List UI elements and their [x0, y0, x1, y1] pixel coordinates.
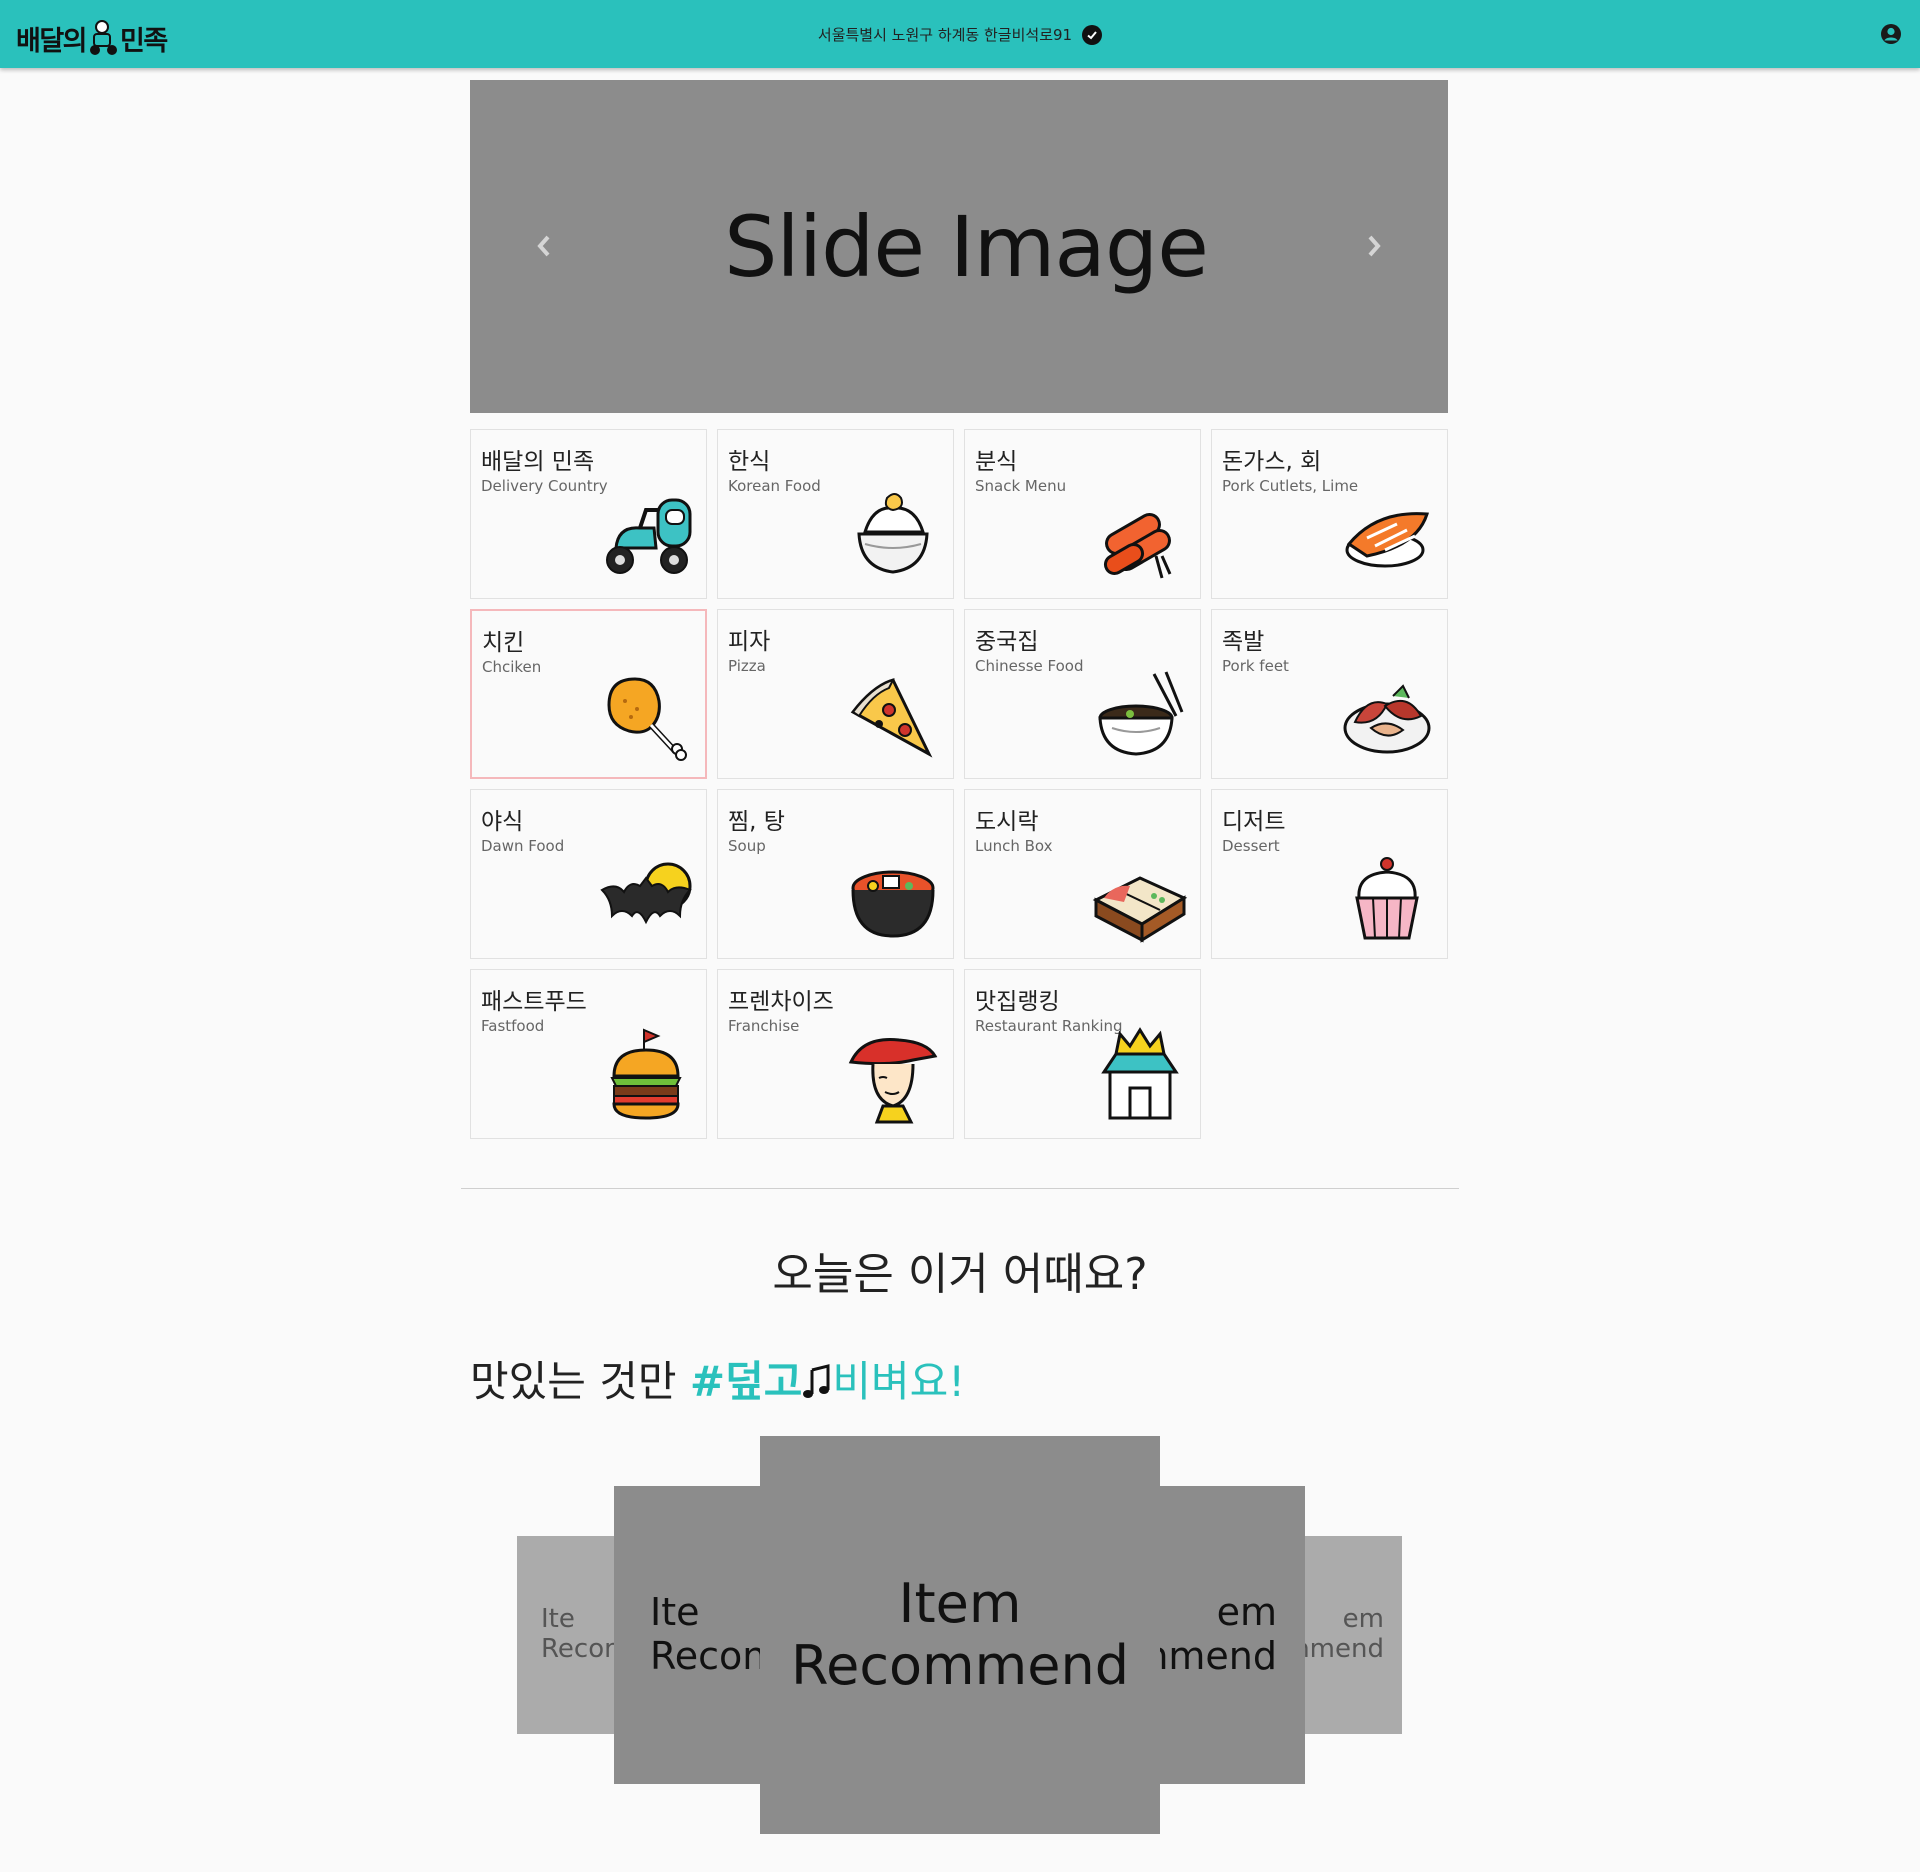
music-note-icon	[803, 1364, 830, 1398]
category-name: 맛집랭킹	[975, 989, 1060, 1015]
category-subtitle: Chciken	[482, 658, 542, 676]
category-subtitle: Pork feet	[1222, 657, 1289, 675]
slide-image: Slide Image	[724, 197, 1209, 296]
section-title: 오늘은 이거 어때요?	[772, 1249, 1148, 1300]
category-subtitle: Soup	[728, 837, 766, 855]
category-subtitle: Dawn Food	[481, 837, 565, 855]
category-dawn-food[interactable]: 야식 Dawn Food	[470, 789, 707, 959]
category-name: 프렌차이즈	[728, 989, 834, 1015]
address-text: 서울특별시 노원구 하계동 한글비석로91	[817, 26, 1073, 44]
category-delivery-country[interactable]: 배달의 민족 Delivery Country	[470, 429, 707, 599]
recommend-card-line1: Ite	[541, 1604, 575, 1635]
category-name: 돈가스, 회	[1222, 449, 1322, 475]
category-name: 도시락	[975, 809, 1039, 835]
category-name: 분식	[975, 449, 1018, 475]
recommend-card-line2: Recon	[541, 1634, 617, 1664]
category-soup[interactable]: 찜, 탕 Soup	[717, 789, 954, 959]
category-subtitle: Franchise	[728, 1017, 800, 1035]
recommend-card-line2: Recon	[650, 1634, 764, 1678]
category-snack-menu[interactable]: 분식 Snack Menu	[964, 429, 1201, 599]
chevron-right-icon[interactable]	[1360, 230, 1388, 262]
category-restaurant-ranking[interactable]: 맛집랭킹 Restaurant Ranking	[964, 969, 1201, 1139]
recommend-card-line2: nmend	[1155, 1634, 1277, 1678]
category-subtitle: Chinesse Food	[975, 657, 1084, 675]
recommend-tagline: 맛있는 것만 #덮고 비벼요!	[470, 1348, 965, 1409]
stew-pot-icon	[851, 870, 935, 938]
recommend-card-line2: Recommend	[791, 1634, 1129, 1697]
category-fastfood[interactable]: 패스트푸드 Fastfood	[470, 969, 707, 1139]
category-subtitle: Fastfood	[481, 1017, 545, 1035]
recommend-card-line2: nmend	[1302, 1634, 1384, 1664]
recommend-card-line1: Item	[898, 1571, 1022, 1635]
category-lunch-box[interactable]: 도시락 Lunch Box	[964, 789, 1201, 959]
main-slider[interactable]: Slide Image	[470, 80, 1448, 413]
pork-feet-icon	[1343, 684, 1431, 754]
recommend-card-line1: em	[1216, 1590, 1277, 1635]
category-subtitle: Pizza	[728, 657, 766, 675]
category-name: 피자	[728, 629, 771, 655]
delivery-address[interactable]: 서울특별시 노원구 하계동 한글비석로91	[0, 24, 1920, 45]
user-circle-icon[interactable]	[1880, 23, 1902, 45]
recommend-card-line1: em	[1342, 1604, 1384, 1635]
category-name: 한식	[728, 449, 771, 475]
category-name: 야식	[481, 809, 524, 835]
top-header: 배달의 민족 서울특별시 노원구 하계동 한글비석로91	[0, 0, 1920, 68]
noodle-bowl-icon	[1098, 671, 1184, 756]
category-korean-food[interactable]: 한식 Korean Food	[717, 429, 954, 599]
recommend-card-center[interactable]: Item Recommend	[760, 1436, 1160, 1834]
category-name: 중국집	[975, 629, 1039, 655]
cupcake-icon	[1355, 857, 1419, 940]
recommend-card-line1: Ite	[650, 1590, 700, 1635]
recommend-card-far-right[interactable]: em nmend	[1302, 1536, 1402, 1734]
category-subtitle: Lunch Box	[975, 837, 1053, 855]
category-name: 배달의 민족	[481, 449, 595, 475]
lunch-box-icon	[1092, 876, 1188, 943]
recommend-card-left[interactable]: Ite Recon	[614, 1486, 764, 1784]
chef-hat-icon	[848, 1037, 938, 1124]
chicken-leg-icon	[607, 677, 687, 761]
category-pork-feet[interactable]: 족발 Pork feet	[1211, 609, 1448, 779]
category-chicken[interactable]: 치킨 Chciken	[470, 609, 707, 779]
tagline-hashtag-rest: 비벼요!	[832, 1357, 966, 1406]
tagline-hashtag: #덮고	[689, 1357, 803, 1406]
category-pizza[interactable]: 피자 Pizza	[717, 609, 954, 779]
recommend-card-far-left[interactable]: Ite Recon	[517, 1536, 617, 1734]
burger-icon	[610, 1028, 682, 1120]
category-dessert[interactable]: 디저트 Dessert	[1211, 789, 1448, 959]
category-subtitle: Delivery Country	[481, 477, 608, 495]
gimbap-icon	[1103, 513, 1172, 579]
pizza-slice-icon	[850, 678, 933, 758]
rice-bowl-icon	[857, 493, 929, 574]
category-name: 패스트푸드	[481, 989, 587, 1015]
category-name: 찜, 탕	[728, 809, 785, 835]
tagline-prefix: 맛있는 것만	[470, 1357, 690, 1406]
category-subtitle: Dessert	[1222, 837, 1280, 855]
category-grid: 배달의 민족 Delivery Country 한식 Korean Food 분…	[470, 429, 1449, 1139]
category-chinese-food[interactable]: 중국집 Chinesse Food	[964, 609, 1201, 779]
category-name: 족발	[1222, 629, 1265, 655]
crown-store-icon	[1101, 1027, 1179, 1120]
category-name: 디저트	[1222, 809, 1286, 835]
scooter-icon	[606, 498, 692, 574]
bat-moon-icon	[600, 862, 692, 925]
category-name: 치킨	[482, 630, 525, 656]
check-circle-icon	[1082, 24, 1103, 45]
category-pork-cutlets[interactable]: 돈가스, 회 Pork Cutlets, Lime	[1211, 429, 1448, 599]
category-franchise[interactable]: 프렌차이즈 Franchise	[717, 969, 954, 1139]
category-subtitle: Korean Food	[728, 477, 821, 495]
sushi-icon	[1345, 512, 1429, 568]
recommend-card-right[interactable]: em nmend	[1155, 1486, 1305, 1784]
chevron-left-icon[interactable]	[530, 230, 558, 262]
section-divider	[461, 1188, 1459, 1189]
category-subtitle: Snack Menu	[975, 477, 1067, 495]
